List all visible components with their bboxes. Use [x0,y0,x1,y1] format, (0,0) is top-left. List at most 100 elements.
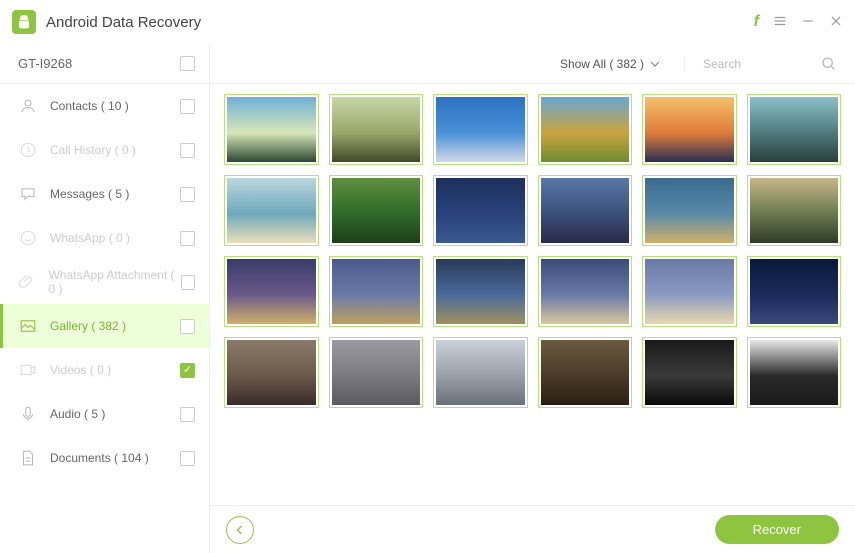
thumbnail[interactable] [642,94,737,165]
sidebar-item-call-history[interactable]: Call History ( 0 ) [0,128,209,172]
image-22 [541,340,630,405]
sidebar-item-checkbox[interactable] [180,231,195,246]
nav-item-left: Videos ( 0 ) [18,360,111,380]
thumbnail[interactable] [224,256,319,327]
thumbnail[interactable] [329,175,424,246]
search-input[interactable] [703,57,813,71]
sidebar-item-label: WhatsApp Attachment ( 0 ) [48,268,180,296]
nav-item-left: Call History ( 0 ) [18,140,136,160]
sidebar-item-checkbox[interactable] [180,363,195,378]
minimize-button[interactable] [801,14,815,31]
image-06 [750,97,839,162]
sidebar-item-videos[interactable]: Videos ( 0 ) [0,348,209,392]
search-icon [821,56,837,72]
sidebar-item-checkbox[interactable] [180,99,195,114]
thumbnail[interactable] [329,256,424,327]
thumbnail[interactable] [224,337,319,408]
sidebar-item-checkbox[interactable] [180,319,195,334]
image-04 [541,97,630,162]
image-20 [332,340,421,405]
sidebar-item-contacts[interactable]: Contacts ( 10 ) [0,84,209,128]
close-button[interactable] [829,14,843,31]
thumbnail[interactable] [433,94,528,165]
image-11 [645,178,734,243]
image-13 [227,259,316,324]
image-23 [645,340,734,405]
image-21 [436,340,525,405]
image-14 [332,259,421,324]
titlebar: Android Data Recovery f [0,0,855,44]
sidebar-item-label: Documents ( 104 ) [50,451,149,465]
sidebar-item-checkbox[interactable] [180,451,195,466]
feedback-icon[interactable]: f [754,13,759,31]
thumbnail[interactable] [538,337,633,408]
thumbnail[interactable] [642,175,737,246]
search-box [684,56,837,72]
sidebar-item-audio[interactable]: Audio ( 5 ) [0,392,209,436]
device-row[interactable]: GT-I9268 [0,44,209,84]
image-17 [645,259,734,324]
toolbar: Show All ( 382 ) [210,44,855,84]
image-10 [541,178,630,243]
nav-item-left: Gallery ( 382 ) [18,316,126,336]
sidebar-item-documents[interactable]: Documents ( 104 ) [0,436,209,480]
thumbnail[interactable] [224,94,319,165]
thumbnail[interactable] [538,175,633,246]
sidebar-item-checkbox[interactable] [180,407,195,422]
thumbnail[interactable] [747,94,842,165]
audio-icon [18,404,38,424]
thumbnail[interactable] [642,256,737,327]
image-05 [645,97,734,162]
sidebar-item-label: WhatsApp ( 0 ) [50,231,130,245]
sidebar-item-checkbox[interactable] [180,143,195,158]
thumbnail[interactable] [329,94,424,165]
device-checkbox[interactable] [180,56,195,71]
image-02 [332,97,421,162]
content: GT-I9268 Contacts ( 10 ) Call History ( 0… [0,44,855,553]
sidebar-item-checkbox[interactable] [180,187,195,202]
titlebar-controls: f [754,13,843,31]
thumbnail[interactable] [538,94,633,165]
thumbnail[interactable] [329,337,424,408]
thumbnail[interactable] [224,175,319,246]
gallery-icon [18,316,38,336]
back-button[interactable] [226,516,254,544]
sidebar-item-label: Messages ( 5 ) [50,187,129,201]
image-03 [436,97,525,162]
sidebar-item-attachment[interactable]: WhatsApp Attachment ( 0 ) [0,260,209,304]
thumbnail[interactable] [433,337,528,408]
thumbnail[interactable] [747,337,842,408]
call-history-icon [18,140,38,160]
device-name: GT-I9268 [18,56,72,71]
sidebar-item-label: Contacts ( 10 ) [50,99,129,113]
sidebar-item-messages[interactable]: Messages ( 5 ) [0,172,209,216]
thumbnail[interactable] [747,175,842,246]
grid-scroll[interactable] [210,84,855,505]
sidebar-item-whatsapp[interactable]: WhatsApp ( 0 ) [0,216,209,260]
documents-icon [18,448,38,468]
thumbnail[interactable] [433,175,528,246]
image-07 [227,178,316,243]
videos-icon [18,360,38,380]
sidebar-item-checkbox[interactable] [181,275,195,290]
sidebar-item-gallery[interactable]: Gallery ( 382 ) [0,304,209,348]
attachment-icon [18,272,36,292]
nav-item-left: Messages ( 5 ) [18,184,129,204]
sidebar: GT-I9268 Contacts ( 10 ) Call History ( 0… [0,44,210,553]
titlebar-left: Android Data Recovery [12,10,201,34]
recover-button[interactable]: Recover [715,515,839,544]
nav-list: Contacts ( 10 ) Call History ( 0 ) Message… [0,84,209,553]
whatsapp-icon [18,228,38,248]
filter-dropdown[interactable]: Show All ( 382 ) [560,57,660,71]
menu-icon[interactable] [773,14,787,31]
thumbnail[interactable] [642,337,737,408]
main-panel: Show All ( 382 ) Recover [210,44,855,553]
footer: Recover [210,505,855,553]
thumbnail[interactable] [538,256,633,327]
thumbnail[interactable] [747,256,842,327]
android-icon [16,14,32,30]
messages-icon [18,184,38,204]
thumbnail-grid [224,94,841,408]
image-16 [541,259,630,324]
thumbnail[interactable] [433,256,528,327]
